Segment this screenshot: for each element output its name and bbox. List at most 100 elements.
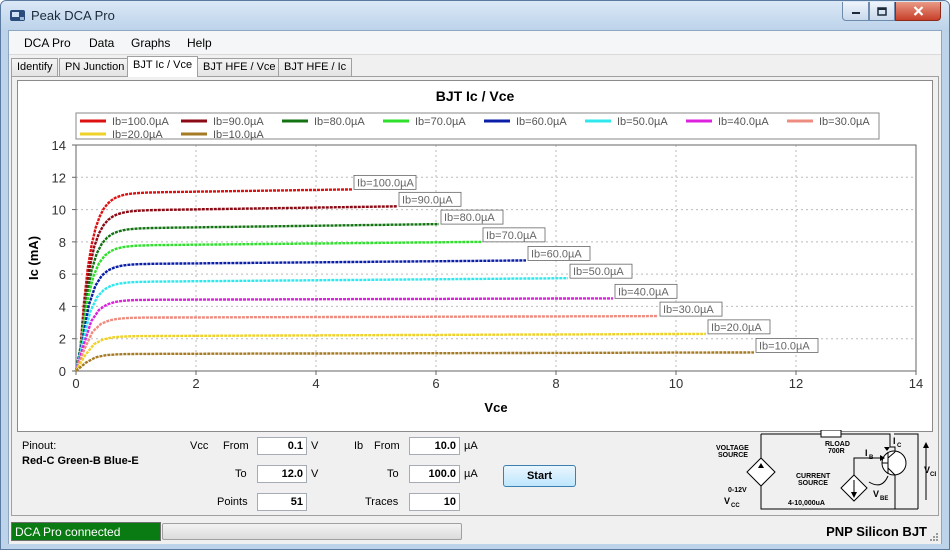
ib-subscript: B [869,455,874,461]
tab-pn-junction[interactable]: PN Junction [59,58,131,76]
tab-bjt-ic-vce[interactable]: BJT Ic / Vce [127,56,199,77]
points-input[interactable]: 51 [257,493,307,511]
vcc-from-label: From [223,440,249,452]
voltage-source-label-2: SOURCE [718,452,748,459]
traces-label: Traces [365,496,399,508]
vcc-subscript: CC [731,503,740,509]
y-tick-label: 8 [59,235,66,250]
app-icon [10,10,25,21]
connection-status: DCA Pro connected [11,522,161,541]
vce-subscript: CE [930,472,936,478]
circuit-schematic: VOLTAGE SOURCE 0-12V RLOAD 700R CURRENT … [716,430,936,510]
current-source-label-1: CURRENT [796,473,831,480]
ic-vce-chart: BJT Ic / Vce Ib=100.0µA Ib=90.0µA Ib=80.0µA… [26,88,923,415]
legend-entry: Ib=60.0µA [516,116,567,128]
ib-from-unit: µA [464,440,478,452]
close-button[interactable] [895,2,941,21]
series-end-label: Ib=40.0µA [614,283,678,299]
voltage-range: 0-12V [728,487,747,494]
start-button[interactable]: Start [503,465,576,487]
maximize-button[interactable] [869,2,895,21]
menu-data[interactable]: Data [89,36,114,50]
voltage-source-label-1: VOLTAGE [716,445,749,452]
maximize-icon [877,6,887,16]
y-tick-label: 12 [52,170,66,185]
ic-subscript: C [897,443,902,449]
chart-legend: Ib=100.0µA Ib=90.0µA Ib=80.0µA Ib=70.0µA Ib=… [75,112,880,141]
series-end-label: Ib=60.0µA [527,246,591,261]
legend-entry: Ib=90.0µA [213,116,264,128]
chart-series: Ib=100.0µA Ib=90.0µA Ib=80.0µA Ib=70.0µA Ib=… [74,174,819,372]
menu-dca-pro[interactable]: DCA Pro [24,36,71,50]
chart-container: BJT Ic / Vce Ib=100.0µA Ib=90.0µA Ib=80.0µA… [17,80,933,432]
x-tick-label: 6 [432,376,439,391]
chart-grid [76,145,916,371]
series-label-text: Ib=60.0µA [531,248,582,260]
pinout-label: Pinout: [22,440,57,452]
legend-entry: Ib=20.0µA [112,129,163,141]
series-end-label: Ib=100.0µA [353,174,417,190]
series-end-label: Ib=70.0µA [482,227,546,243]
series-label-text: Ib=10.0µA [759,340,810,352]
x-axis-label: Vce [484,400,507,415]
ic-symbol: I [893,436,896,446]
x-tick-label: 0 [72,376,79,391]
title-bar[interactable]: Peak DCA Pro [1,1,949,30]
x-tick-label: 12 [789,376,803,391]
legend-entry: Ib=30.0µA [819,116,870,128]
tab-bjt-hfe-vce[interactable]: BJT HFE / Vce [197,58,282,76]
menu-bar: DCA Pro Data Graphs Help [9,31,941,55]
series-line [74,314,658,372]
x-tick-label: 2 [192,376,199,391]
menu-help[interactable]: Help [187,36,212,50]
ib-to-input[interactable]: 100.0 [409,465,460,483]
legend-entry: Ib=80.0µA [314,116,365,128]
series-end-label: Ib=10.0µA [755,338,819,353]
legend-entry: Ib=50.0µA [617,116,668,128]
vbe-subscript: BE [880,496,888,502]
series-end-label: Ib=90.0µA [398,191,462,207]
ib-from-input[interactable]: 10.0 [409,437,460,455]
minimize-icon [851,12,860,14]
vbe-symbol: V [873,489,879,499]
current-range: 4-10,000uA [788,500,825,507]
series-line [75,351,755,372]
resize-grip-icon[interactable] [929,532,939,542]
y-axis-label: Ic (mA) [26,236,41,280]
series-label-text: Ib=70.0µA [486,230,537,242]
series-end-label: Ib=50.0µA [569,263,633,279]
client-area: DCA Pro Data Graphs Help Identify PN Jun… [8,30,942,544]
vcc-to-label: To [235,468,247,480]
y-tick-label: 10 [52,203,66,218]
series-label-text: Ib=90.0µA [402,194,453,206]
x-tick-label: 4 [312,376,319,391]
pinout-value: Red-C Green-B Blue-E [22,455,139,467]
minimize-button[interactable] [842,2,869,21]
legend-entry: Ib=100.0µA [112,116,169,128]
vcc-from-input[interactable]: 0.1 [257,437,307,455]
series-label-text: Ib=20.0µA [711,322,762,334]
x-tick-label: 8 [552,376,559,391]
ib-to-label: To [387,468,399,480]
legend-entry: Ib=40.0µA [718,116,769,128]
close-icon [913,6,923,16]
series-label-text: Ib=30.0µA [663,304,714,316]
traces-input[interactable]: 10 [409,493,460,511]
y-tick-label: 14 [52,138,66,153]
y-tick-label: 2 [59,332,66,347]
ib-label: Ib [354,440,364,452]
x-tick-label: 14 [909,376,923,391]
series-label-text: Ib=80.0µA [444,212,495,224]
y-tick-label: 0 [59,364,66,379]
y-tick-label: 6 [59,267,66,282]
menu-graphs[interactable]: Graphs [131,36,170,50]
legend-entry: Ib=70.0µA [415,116,466,128]
series-label-text: Ib=50.0µA [573,266,624,278]
device-type: PNP Silicon BJT [826,524,927,539]
app-window: Peak DCA Pro DCA Pro Data Graphs Help Id… [0,0,950,550]
tab-identify[interactable]: Identify [11,58,59,76]
chart-title: BJT Ic / Vce [436,88,515,104]
tab-bjt-hfe-ic[interactable]: BJT HFE / Ic [278,58,353,76]
vcc-to-input[interactable]: 12.0 [257,465,307,483]
vcc-symbol: V [724,496,730,506]
